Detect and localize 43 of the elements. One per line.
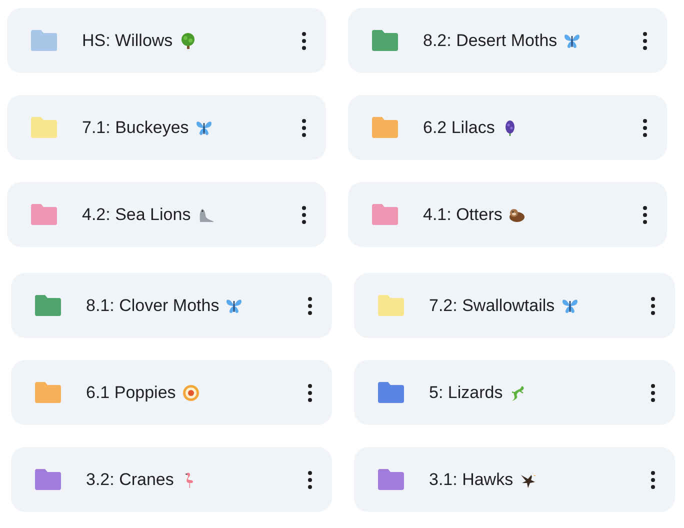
butterfly-icon bbox=[225, 296, 244, 314]
more-icon bbox=[302, 118, 306, 136]
folder-card[interactable]: 6.2 Lilacs bbox=[348, 95, 667, 160]
folder-name: 3.2: Cranes bbox=[86, 468, 174, 491]
more-icon bbox=[643, 32, 647, 50]
tree-icon bbox=[178, 32, 197, 50]
more-icon bbox=[302, 32, 306, 50]
folder-card[interactable]: 7.1: Buckeyes bbox=[7, 95, 326, 160]
folder-card[interactable]: 5: Lizards bbox=[354, 360, 675, 425]
folder-card[interactable]: 3.2: Cranes bbox=[11, 447, 332, 512]
folder-card[interactable]: HS: Willows bbox=[7, 8, 326, 73]
folder-card[interactable]: 3.1: Hawks bbox=[354, 447, 675, 512]
folder-name: 4.2: Sea Lions bbox=[82, 204, 191, 226]
butterfly-icon bbox=[560, 296, 579, 314]
rosette-icon bbox=[182, 384, 200, 402]
folder-name: 5: Lizards bbox=[429, 382, 503, 404]
more-icon bbox=[308, 384, 312, 402]
more-icon bbox=[643, 118, 647, 136]
more-icon bbox=[651, 296, 655, 314]
folder-name: 6.2 Lilacs bbox=[423, 116, 495, 139]
more-icon bbox=[308, 470, 312, 488]
folder-card[interactable]: 7.2: Swallowtails bbox=[354, 273, 675, 338]
folder-name: 4.1: Otters bbox=[423, 204, 502, 226]
folder-card[interactable]: 8.2: Desert Moths bbox=[348, 8, 667, 73]
folder-card[interactable]: 4.2: Sea Lions bbox=[7, 182, 326, 247]
folder-name: 8.2: Desert Moths bbox=[423, 30, 558, 52]
more-icon bbox=[643, 206, 647, 224]
folder-name: 3.1: Hawks bbox=[429, 468, 514, 491]
butterfly-icon bbox=[194, 118, 213, 136]
folder-name: 8.1: Clover Moths bbox=[86, 294, 220, 317]
folder-card[interactable]: 6.1 Poppies bbox=[11, 360, 332, 425]
more-icon bbox=[302, 206, 306, 224]
folder-card[interactable]: 4.1: Otters bbox=[348, 182, 667, 247]
folder-name: 7.2: Swallowtails bbox=[429, 294, 555, 317]
folder-card[interactable]: 8.1: Clover Moths bbox=[11, 273, 332, 338]
eagle-icon bbox=[519, 470, 538, 488]
more-icon bbox=[651, 384, 655, 402]
folder-name: HS: Willows bbox=[82, 30, 173, 52]
folder-name: 6.1 Poppies bbox=[86, 382, 176, 404]
folder-name: 7.1: Buckeyes bbox=[82, 116, 189, 139]
more-icon bbox=[308, 296, 312, 314]
butterfly-icon bbox=[563, 32, 582, 50]
more-icon bbox=[651, 470, 655, 488]
